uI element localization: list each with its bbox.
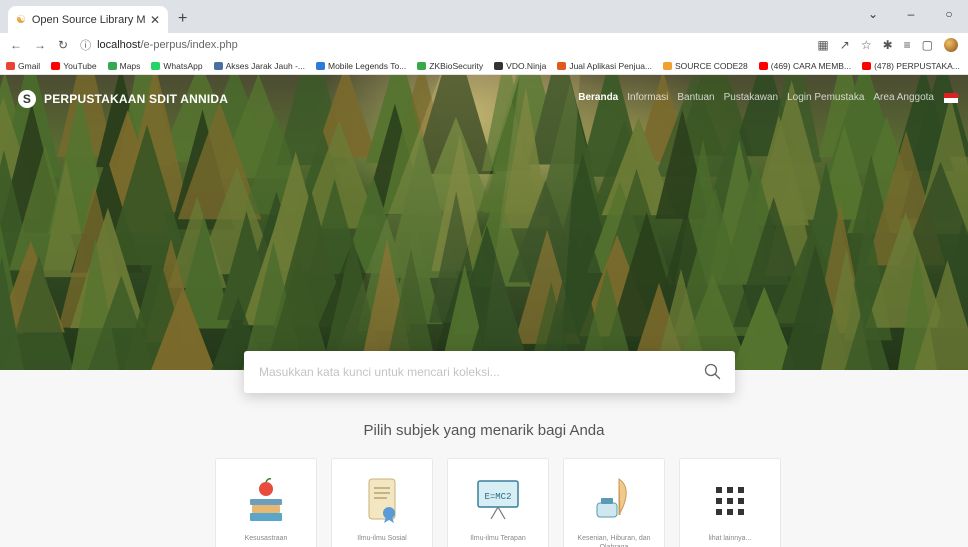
bookmark-label: Mobile Legends To...: [328, 60, 407, 71]
bookmark-label: ZKBioSecurity: [429, 60, 484, 71]
ink-quill-icon: [564, 475, 664, 527]
subject-card[interactable]: E=MC2 Ilmu-ilmu Terapan: [447, 458, 549, 547]
side-panel-icon[interactable]: ▢: [922, 38, 933, 52]
bookmark-favicon-icon: [417, 61, 427, 70]
bookmark-label: Maps: [119, 60, 141, 71]
subject-card[interactable]: lihat lainnya...: [679, 458, 781, 547]
forward-icon[interactable]: →: [34, 38, 46, 52]
bookmark-item[interactable]: Akses Jarak Jauh -...: [213, 60, 305, 71]
forest-background-image: [0, 75, 968, 370]
bookmark-item[interactable]: Maps: [107, 60, 141, 71]
bookmark-label: Jual Aplikasi Penjua...: [569, 60, 653, 71]
url-host: localhost: [97, 39, 141, 51]
window-controls: ⌄ – ○: [854, 0, 968, 28]
bookmark-favicon-icon: [494, 61, 504, 70]
subject-label: Ilmu-ilmu Sosial: [357, 535, 407, 542]
bookmark-favicon-icon: [316, 61, 325, 70]
bookmark-item[interactable]: Jual Aplikasi Penjua...: [557, 61, 652, 71]
bookmark-favicon-icon: [213, 61, 223, 70]
tab-favicon-icon: ☯: [16, 14, 26, 26]
bookmark-item[interactable]: (469) CARA MEMB...: [758, 60, 852, 71]
search-input[interactable]: [259, 365, 703, 379]
bookmark-favicon-icon: [107, 61, 117, 70]
nav-item-login-pemustaka[interactable]: Login Pemustaka: [787, 92, 864, 103]
bookmark-label: WhatsApp: [163, 60, 203, 71]
nav-item-informasi[interactable]: Informasi: [627, 92, 668, 103]
books-apple-icon: [216, 475, 316, 527]
tab-search-icon[interactable]: ⌄: [854, 7, 892, 21]
main-nav: Beranda Informasi Bantuan Pustakawan Login P…: [578, 92, 934, 103]
browser-tabstrip: ☯ Open Source Library Manageme ✕ + ⌄ – ○: [0, 0, 968, 33]
minimize-button[interactable]: –: [892, 7, 930, 21]
nav-item-bantuan[interactable]: Bantuan: [677, 92, 714, 103]
svg-text:E=MC2: E=MC2: [484, 492, 511, 502]
brand-title: PERPUSTAKAAN SDIT ANNIDA: [44, 92, 229, 106]
bookmark-star-icon[interactable]: ☆: [861, 38, 872, 52]
bookmark-item[interactable]: WhatsApp: [151, 60, 203, 71]
bookmark-favicon-icon: [557, 61, 567, 70]
subject-label: Ilmu-ilmu Terapan: [470, 535, 526, 542]
url-path: /e-perpus/index.php: [140, 39, 238, 51]
browser-toolbar: ← → ↻ ⓘ localhost/e-perpus/index.php ▦ ↗…: [0, 33, 968, 57]
new-tab-button[interactable]: +: [178, 10, 187, 28]
tab-title: Open Source Library Manageme: [31, 13, 146, 26]
bookmark-favicon-icon: [6, 61, 15, 70]
address-bar[interactable]: ⓘ localhost/e-perpus/index.php: [80, 37, 805, 53]
site-info-icon[interactable]: ⓘ: [80, 37, 91, 53]
reading-list-icon[interactable]: ≡: [904, 38, 911, 52]
bookmark-label: SOURCE CODE28: [675, 60, 748, 71]
site-brand[interactable]: S PERPUSTAKAAN SDIT ANNIDA: [18, 90, 228, 108]
translate-icon[interactable]: ▦: [817, 38, 828, 52]
bookmark-label: YouTube: [63, 60, 97, 71]
collection-search-box: [244, 351, 735, 393]
bookmark-label: Gmail: [18, 60, 41, 71]
share-icon[interactable]: ↗: [840, 38, 850, 52]
hero-banner: S PERPUSTAKAAN SDIT ANNIDA Beranda Inform…: [0, 75, 968, 370]
bookmark-label: Akses Jarak Jauh -...: [225, 60, 305, 71]
bookmark-favicon-icon: [51, 61, 61, 70]
close-tab-icon[interactable]: ✕: [150, 13, 160, 27]
bookmark-label: VDO.Ninja: [506, 60, 547, 71]
bookmark-item[interactable]: ZKBioSecurity: [417, 61, 483, 71]
subjects-section: Pilih subjek yang menarik bagi Anda Kesu…: [0, 370, 968, 547]
bookmark-favicon-icon: [151, 61, 161, 70]
bookmark-item[interactable]: SOURCE CODE28: [663, 61, 748, 71]
browser-tab[interactable]: ☯ Open Source Library Manageme ✕: [8, 6, 168, 33]
language-flag-icon[interactable]: [944, 93, 958, 103]
bookmark-item[interactable]: YouTube: [51, 60, 97, 71]
scroll-icon: [332, 475, 432, 527]
bookmark-favicon-icon: [663, 61, 673, 70]
bookmark-item[interactable]: (478) PERPUSTAKA...: [862, 61, 960, 71]
reload-icon[interactable]: ↻: [58, 38, 68, 52]
subject-label: Kesusastraan: [244, 535, 288, 542]
search-icon[interactable]: [703, 362, 723, 382]
subjects-heading: Pilih subjek yang menarik bagi Anda: [363, 422, 605, 439]
subject-card[interactable]: Kesusastraan: [215, 458, 317, 547]
blackboard-icon: E=MC2: [448, 475, 548, 527]
nav-item-pustakawan[interactable]: Pustakawan: [724, 92, 778, 103]
bookmark-label: (469) CARA MEMB...: [770, 60, 852, 71]
subject-label: Kesenian, Hiburan, dan Olahraga: [577, 535, 651, 547]
nav-item-beranda[interactable]: Beranda: [578, 92, 618, 103]
bookmark-item[interactable]: VDO.Ninja: [494, 61, 546, 71]
bookmark-item[interactable]: Gmail: [6, 61, 40, 71]
subject-label: lihat lainnya...: [708, 535, 752, 542]
maximize-button[interactable]: ○: [930, 7, 968, 21]
bookmark-favicon-icon: [758, 61, 768, 70]
subject-card[interactable]: Ilmu-ilmu Sosial: [331, 458, 433, 547]
s-logo-icon: S: [18, 90, 36, 108]
subject-card[interactable]: Kesenian, Hiburan, dan Olahraga: [563, 458, 665, 547]
bookmark-favicon-icon: [862, 61, 872, 70]
back-icon[interactable]: ←: [10, 38, 22, 52]
profile-avatar[interactable]: [944, 38, 958, 52]
grid-icon: [680, 475, 780, 527]
subject-cards: Kesusastraan Ilmu-ilmu Sosial E=MC2 Ilmu-il…: [215, 458, 781, 547]
extensions-icon[interactable]: ✱: [883, 38, 893, 52]
bookmarks-bar: Gmail YouTube Maps WhatsApp Akses Jarak Jauh…: [0, 57, 968, 75]
bookmark-label: (478) PERPUSTAKA...: [874, 60, 960, 71]
nav-item-area-anggota[interactable]: Area Anggota: [873, 92, 934, 103]
bookmark-item[interactable]: Mobile Legends To...: [316, 61, 406, 71]
